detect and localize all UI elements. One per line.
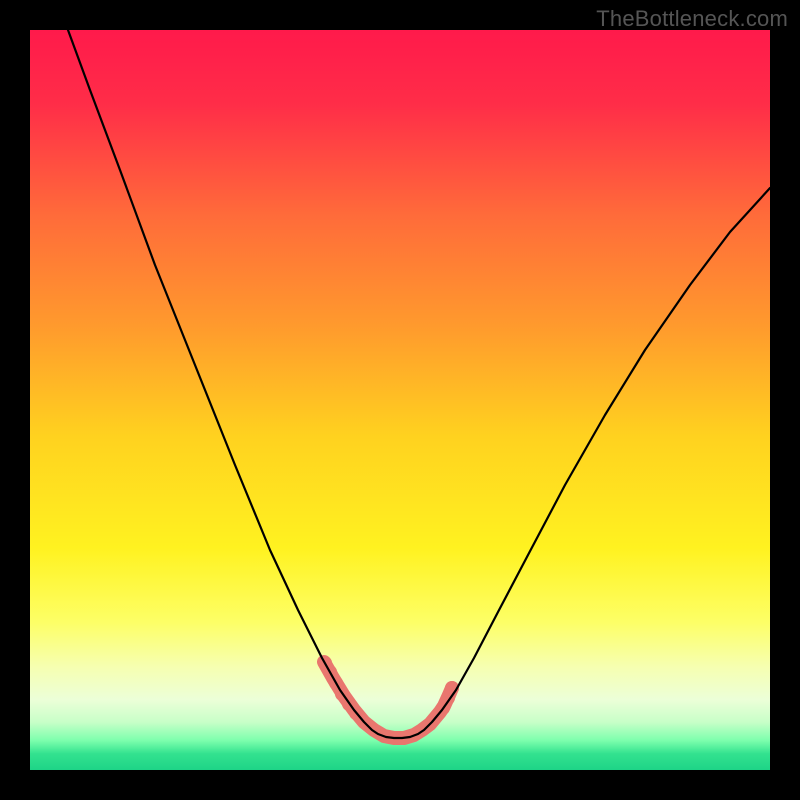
chart-frame: TheBottleneck.com — [0, 0, 800, 800]
watermark-text: TheBottleneck.com — [596, 6, 788, 32]
bottleneck-curve — [68, 30, 770, 738]
plot-area — [30, 30, 770, 770]
highlight-markers-left — [318, 656, 363, 720]
highlight-markers-right — [436, 681, 459, 715]
curve-layer — [30, 30, 770, 770]
